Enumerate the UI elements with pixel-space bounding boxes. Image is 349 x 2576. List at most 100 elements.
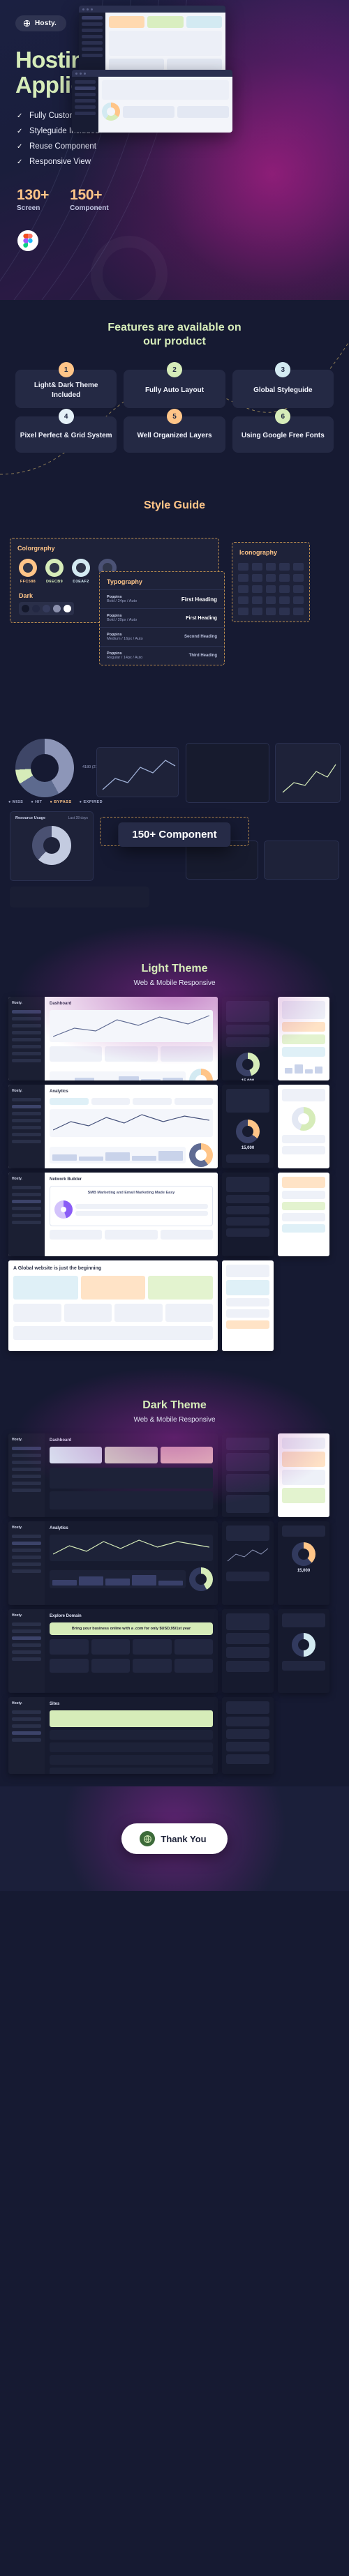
line-chart [50, 1109, 213, 1137]
grid-icon[interactable] [265, 563, 276, 571]
screenshot-dark-mobile-3[interactable] [222, 1521, 274, 1605]
grid-icon[interactable] [251, 608, 262, 615]
panel-title: Typography [107, 578, 142, 585]
screenshot-dark-analytics[interactable]: Hosty. Analytics [8, 1521, 218, 1605]
figma-badge[interactable] [17, 230, 38, 251]
component-card-footer [10, 887, 149, 907]
screen-title: Analytics [50, 1526, 68, 1530]
screenshot-dark-promo[interactable]: Hosty. Explore Domain Bring your busines… [8, 1609, 218, 1693]
section-subtitle: Web & Mobile Responsive [133, 1416, 216, 1424]
stat-label: Screen [17, 204, 40, 212]
chart-svg [52, 1015, 210, 1037]
swatch[interactable]: D3EAF2 [72, 559, 90, 584]
dark-theme-section: Dark Theme Web & Mobile Responsive Hosty… [0, 1361, 349, 1786]
grid-icon[interactable] [279, 608, 290, 615]
grid-icon[interactable] [279, 574, 290, 582]
feature-card-5[interactable]: 5 Well Organized Layers [124, 409, 225, 453]
swatch-hex: D3EAF2 [73, 580, 89, 584]
grid-icon[interactable] [265, 574, 276, 582]
donut-chart-cache [15, 739, 74, 797]
screen-content: Analytics [45, 1521, 218, 1605]
screenshot-mobile-light-3[interactable] [278, 1173, 329, 1256]
type-row: Poppins Bold / 20px / Auto First Heading [100, 608, 224, 627]
grid-icon[interactable] [279, 585, 290, 593]
swatch[interactable]: FFC588 [19, 559, 37, 584]
feature-card-label: Well Organized Layers [137, 432, 212, 440]
screen-content: Analytics [45, 1085, 218, 1168]
grid-icon[interactable] [251, 596, 262, 604]
grid-icon[interactable] [279, 596, 290, 604]
screenshot-dark-mobile-4[interactable]: 15,000 [278, 1521, 329, 1605]
feature-card-1[interactable]: 1 Light& Dark Theme Included [15, 362, 117, 408]
grid-icon[interactable] [265, 596, 276, 604]
type-sample: First Heading [181, 596, 217, 603]
grid-icon[interactable] [238, 574, 248, 582]
grid-icon[interactable] [293, 574, 304, 582]
screenshot-mobile-light-2[interactable] [278, 1085, 329, 1168]
grid-icon[interactable] [265, 585, 276, 593]
grid-icon[interactable] [293, 563, 304, 571]
type-spec: Bold / 24px / Auto [107, 599, 138, 603]
resource-usage-panel: Resource Usage Last 28 days [10, 811, 94, 881]
swatch[interactable]: D6ECB9 [45, 559, 64, 584]
screenshot-landing[interactable]: A Global website is just the beginning [8, 1260, 218, 1351]
section-title: Light Theme [141, 963, 208, 974]
feature-label: Responsive View [29, 158, 91, 166]
grid-icon[interactable] [238, 563, 248, 571]
type-spec: Medium / 16px / Auto [107, 637, 143, 641]
globe-icon [23, 20, 31, 27]
mock-sidebar [72, 77, 98, 133]
sidebar-logo: Hosty. [12, 1701, 22, 1705]
grid-icon[interactable] [238, 596, 248, 604]
screen-content: Network Builder SMB Marketing and Email … [45, 1173, 218, 1256]
feature-card-4[interactable]: 4 Pixel Perfect & Grid System [15, 409, 117, 453]
feature-card-label: Light& Dark Theme Included [34, 382, 98, 399]
screenshot-mobile-dark-2[interactable]: 15,000 [222, 1085, 274, 1168]
screenshot-builder[interactable]: Hosty. Network Builder SMB Marketing and… [8, 1173, 218, 1256]
feature-card-3[interactable]: 3 Global Styleguide [232, 362, 334, 408]
grid-icon[interactable] [293, 608, 304, 615]
grid-icon[interactable] [265, 608, 276, 615]
screenshot-analytics[interactable]: Hosty. Analytics [8, 1085, 218, 1168]
type-sample: First Heading [186, 615, 217, 621]
brand-badge[interactable]: Hosty. [15, 15, 67, 31]
typography-panel: Typography Poppins Bold / 24px / Auto Fir… [99, 571, 225, 665]
grid-icon[interactable] [293, 585, 304, 593]
feature-card-label: Pixel Perfect & Grid System [20, 432, 112, 440]
screen-title: Analytics [50, 1090, 68, 1094]
grid-icon[interactable] [238, 608, 248, 615]
feature-card-6[interactable]: 6 Using Google Free Fonts [232, 409, 334, 453]
styleguide-panels: Colorgraphy FFC588 D6ECB9 D3EAF2 17192E … [10, 525, 339, 700]
type-row: Poppins Medium / 16px / Auto Second Headi… [100, 627, 224, 646]
footer-section: Thank You [0, 1786, 349, 1891]
swatch-hex: D6ECB9 [45, 580, 64, 584]
component-card-chart [96, 747, 179, 797]
grid-icon[interactable] [238, 585, 248, 593]
screenshot-dark-mobile-5[interactable] [222, 1609, 274, 1693]
hero-mock-analytics [72, 70, 232, 133]
area-chart [50, 1010, 213, 1042]
screenshot-mobile-landing[interactable] [222, 1260, 274, 1351]
screenshot-dark-table[interactable]: Hosty. Sites [8, 1697, 218, 1774]
sidebar-logo: Hosty. [12, 1177, 22, 1181]
grid-icon[interactable] [279, 563, 290, 571]
feature-card-2[interactable]: 2 Fully Auto Layout [124, 362, 225, 408]
grid-icon[interactable] [251, 563, 262, 571]
icon-grid [232, 560, 309, 622]
legend-item: ● MISS [8, 800, 24, 804]
component-card-form [264, 841, 339, 880]
screenshot-dark-mobile-6[interactable] [278, 1609, 329, 1693]
stat-screens: 130+ Screen [17, 187, 49, 212]
grid-icon[interactable] [251, 574, 262, 582]
component-showcase-section: ● MISS ● HIT ● BYPASS ● EXPIRED 4180 (27… [0, 736, 349, 917]
component-badge: 150+ Component [118, 822, 231, 847]
screenshot-dark-mobile-7[interactable] [222, 1697, 274, 1774]
donut-chart [189, 1143, 213, 1167]
screenshot-mobile-dark-3[interactable] [222, 1173, 274, 1256]
light-theme-section: Light Theme Web & Mobile Responsive Host… [0, 917, 349, 1358]
type-row: Poppins Regular / 14px / Auto Third Headi… [100, 646, 224, 665]
grid-icon[interactable] [293, 596, 304, 604]
thank-you-button[interactable]: Thank You [121, 1823, 228, 1854]
grid-icon[interactable] [251, 585, 262, 593]
table-placeholder [50, 1468, 213, 1489]
